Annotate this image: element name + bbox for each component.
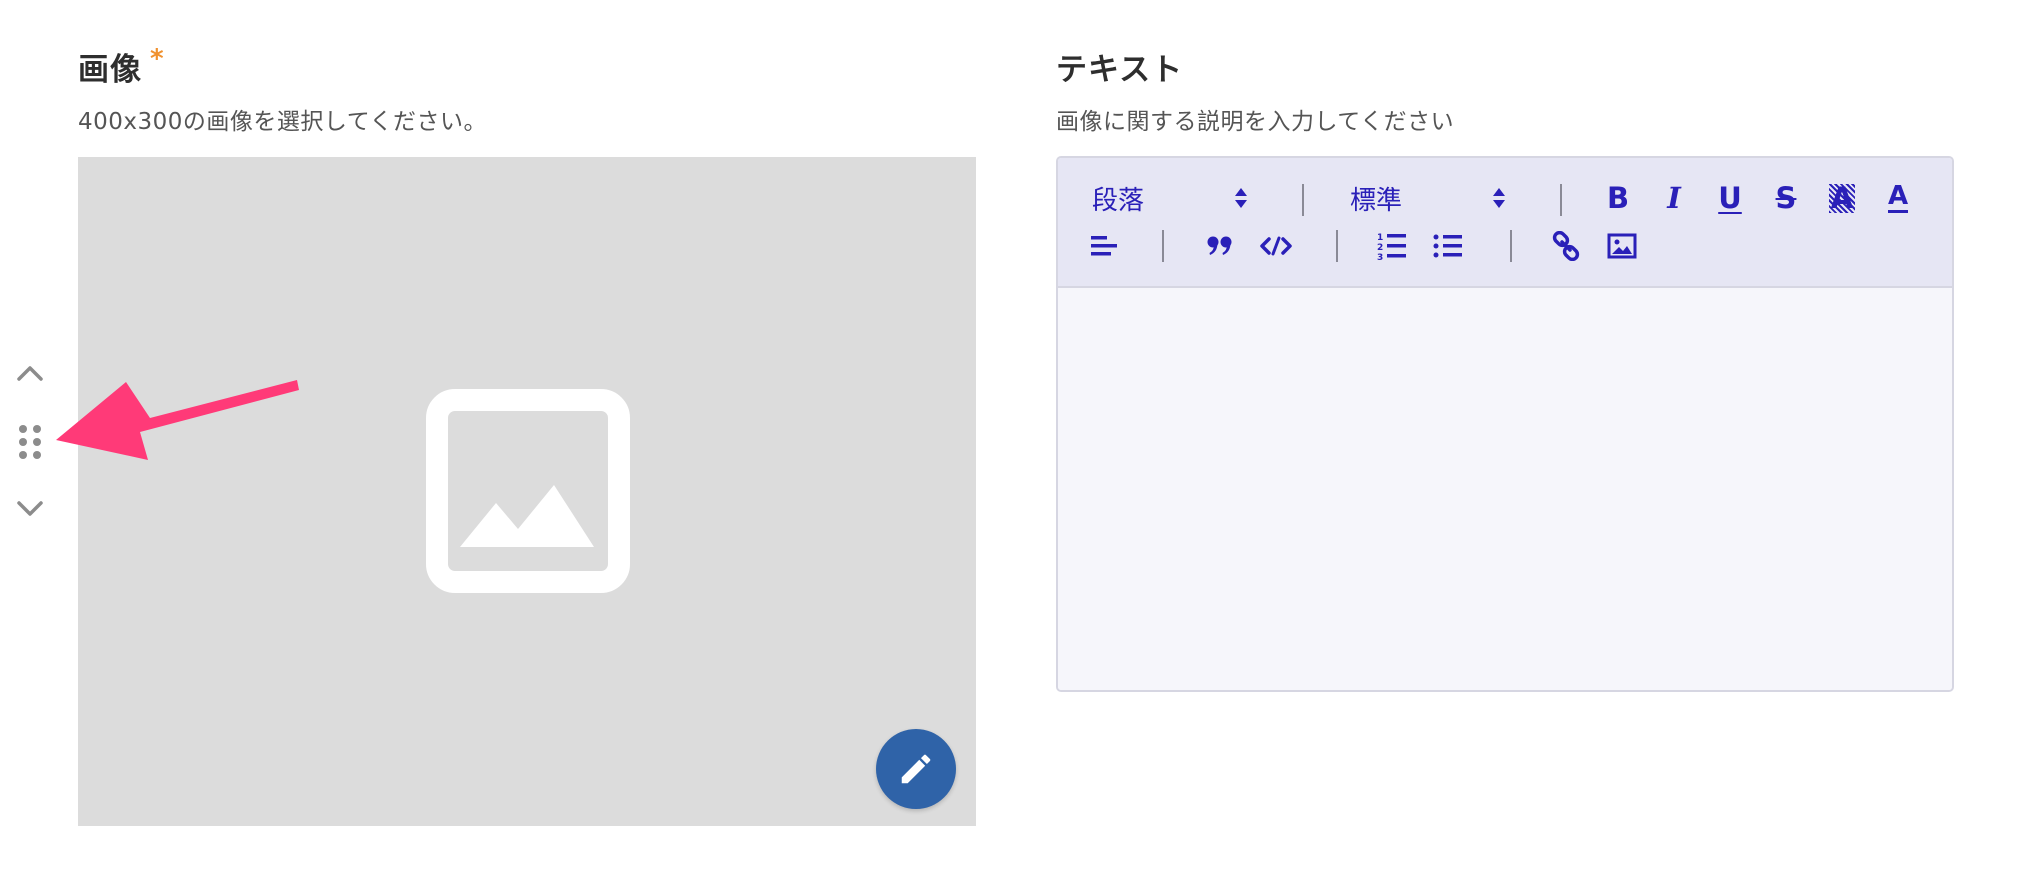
bullet-list-button[interactable]: [1428, 226, 1468, 266]
underline-icon: U: [1718, 180, 1742, 215]
toolbar-separator: [1336, 230, 1338, 262]
bold-button[interactable]: B: [1598, 178, 1638, 218]
quote-icon: [1207, 236, 1232, 255]
ordered-list-button[interactable]: 1 2 3: [1372, 226, 1412, 266]
image-field-label-text: 画像: [78, 52, 142, 88]
align-button[interactable]: [1084, 226, 1124, 266]
svg-text:2: 2: [1377, 243, 1383, 253]
highlight-icon: A: [1828, 180, 1856, 215]
text-color-icon: A: [1887, 181, 1909, 213]
text-field-label: テキスト: [1056, 52, 1184, 88]
select-arrows-icon: [1235, 188, 1247, 208]
font-size-value: 標準: [1350, 185, 1403, 216]
toolbar-separator: [1560, 184, 1562, 216]
move-down-button[interactable]: [14, 494, 46, 524]
select-arrows-icon: [1493, 188, 1505, 208]
image-preview[interactable]: [78, 157, 976, 826]
chevron-up-icon: [17, 366, 43, 381]
chevron-down-icon: [17, 501, 43, 516]
insert-image-button[interactable]: [1602, 226, 1642, 266]
image-field-label: 画像 *: [78, 44, 165, 89]
image-field-help: 400x300の画像を選択してください。: [78, 109, 488, 135]
italic-button[interactable]: I: [1654, 178, 1694, 218]
toolbar-separator: [1162, 230, 1164, 262]
editor-content-area[interactable]: [1058, 288, 1952, 690]
toolbar-separator: [1302, 184, 1304, 216]
code-button[interactable]: [1256, 226, 1296, 266]
drag-handle[interactable]: [14, 420, 46, 464]
strikethrough-button[interactable]: S: [1766, 178, 1806, 218]
ordered-list-icon: 1 2 3: [1377, 233, 1406, 261]
editor-toolbar: 段落 標準 B I U S A A 1 2 3: [1058, 158, 1952, 288]
font-size-select[interactable]: 標準: [1350, 178, 1506, 218]
block-format-select[interactable]: 段落: [1092, 178, 1248, 218]
align-left-icon: [1091, 236, 1117, 256]
toolbar-separator: [1510, 230, 1512, 262]
move-up-button[interactable]: [14, 358, 46, 388]
bold-icon: B: [1606, 180, 1630, 215]
rich-text-editor: 段落 標準 B I U S A A 1 2 3: [1056, 156, 1954, 692]
required-mark: *: [150, 44, 165, 74]
pencil-icon: [901, 754, 931, 784]
blockquote-button[interactable]: [1200, 226, 1240, 266]
underline-button[interactable]: U: [1710, 178, 1750, 218]
image-placeholder-icon: [426, 389, 630, 593]
code-icon: [1260, 236, 1292, 256]
bullet-list-icon: [1433, 234, 1462, 258]
link-button[interactable]: [1546, 226, 1586, 266]
text-field-help: 画像に関する説明を入力してください: [1056, 109, 1455, 135]
insert-image-icon: [1607, 233, 1637, 259]
highlight-button[interactable]: A: [1822, 178, 1862, 218]
svg-text:1: 1: [1377, 233, 1383, 243]
svg-text:3: 3: [1377, 253, 1383, 261]
link-icon: [1552, 231, 1580, 261]
edit-image-button[interactable]: [876, 729, 956, 809]
block-format-value: 段落: [1092, 185, 1145, 216]
drag-handle-icon: [19, 425, 41, 459]
page: 画像 * 400x300の画像を選択してください。 テキスト 画像に関する説明を入…: [0, 0, 2028, 884]
text-color-button[interactable]: A: [1878, 178, 1918, 218]
strikethrough-icon: S: [1775, 180, 1797, 215]
italic-icon: I: [1667, 180, 1681, 215]
